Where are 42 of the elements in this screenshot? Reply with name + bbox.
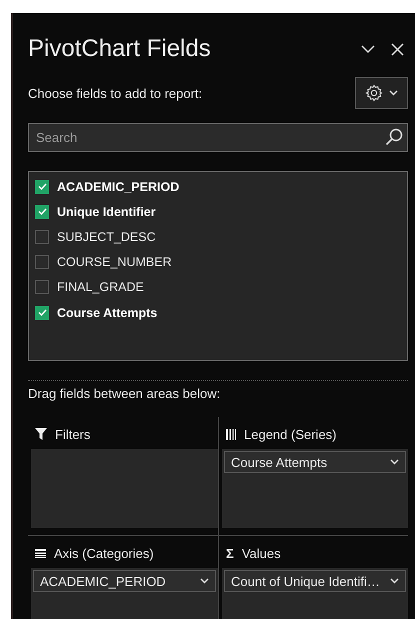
search-field[interactable]: Search <box>28 123 408 152</box>
area-title: Axis (Categories) <box>54 546 154 560</box>
check-icon <box>38 183 46 190</box>
rows-icon <box>35 548 46 558</box>
settings-button[interactable] <box>355 77 408 109</box>
caret-icon <box>390 578 399 584</box>
columns-icon <box>226 428 236 440</box>
checkbox[interactable] <box>35 204 49 219</box>
field-label[interactable]: FINAL_GRADE <box>57 280 144 294</box>
checkbox[interactable] <box>35 306 49 320</box>
pane-title: PivotChart Fields <box>28 35 212 63</box>
sigma-icon: Σ <box>226 546 234 560</box>
area-title: Filters <box>55 426 90 442</box>
check-icon <box>38 208 46 216</box>
field-label[interactable]: ACADEMIC_PERIOD <box>57 180 180 194</box>
field-chip[interactable]: Count of Unique Identifi… <box>224 570 406 592</box>
field-label[interactable]: Course Attempts <box>57 306 158 320</box>
instruction-text: Choose fields to add to report: <box>28 86 202 100</box>
field-label[interactable]: SUBJECT_DESC <box>57 230 156 244</box>
check-icon <box>38 309 46 316</box>
checkbox[interactable] <box>35 230 49 244</box>
filter-icon <box>35 428 47 440</box>
caret-icon <box>389 90 398 96</box>
checkbox[interactable] <box>35 180 49 194</box>
field-chip[interactable]: Course Attempts <box>224 451 406 473</box>
checkbox[interactable] <box>35 280 49 294</box>
gear-icon <box>365 84 383 102</box>
caret-icon <box>390 459 399 465</box>
field-label[interactable]: Unique Identifier <box>57 204 156 219</box>
drop-area[interactable]: Course Attempts <box>222 449 408 528</box>
area-title: Legend (Series) <box>244 426 336 442</box>
drop-area[interactable]: Count of Unique Identifi… <box>222 568 408 619</box>
field-chip[interactable]: ACADEMIC_PERIOD <box>33 570 216 592</box>
field-label[interactable]: COURSE_NUMBER <box>57 255 172 270</box>
checkbox[interactable] <box>35 255 49 270</box>
area-title: Values <box>242 546 281 560</box>
search-icon <box>385 128 403 146</box>
areas-hint: Drag fields between areas below: <box>28 386 222 401</box>
close-icon <box>391 42 404 56</box>
caret-icon <box>200 578 209 584</box>
drop-area[interactable]: ACADEMIC_PERIOD <box>31 568 218 619</box>
chevron-down-icon <box>361 45 375 53</box>
